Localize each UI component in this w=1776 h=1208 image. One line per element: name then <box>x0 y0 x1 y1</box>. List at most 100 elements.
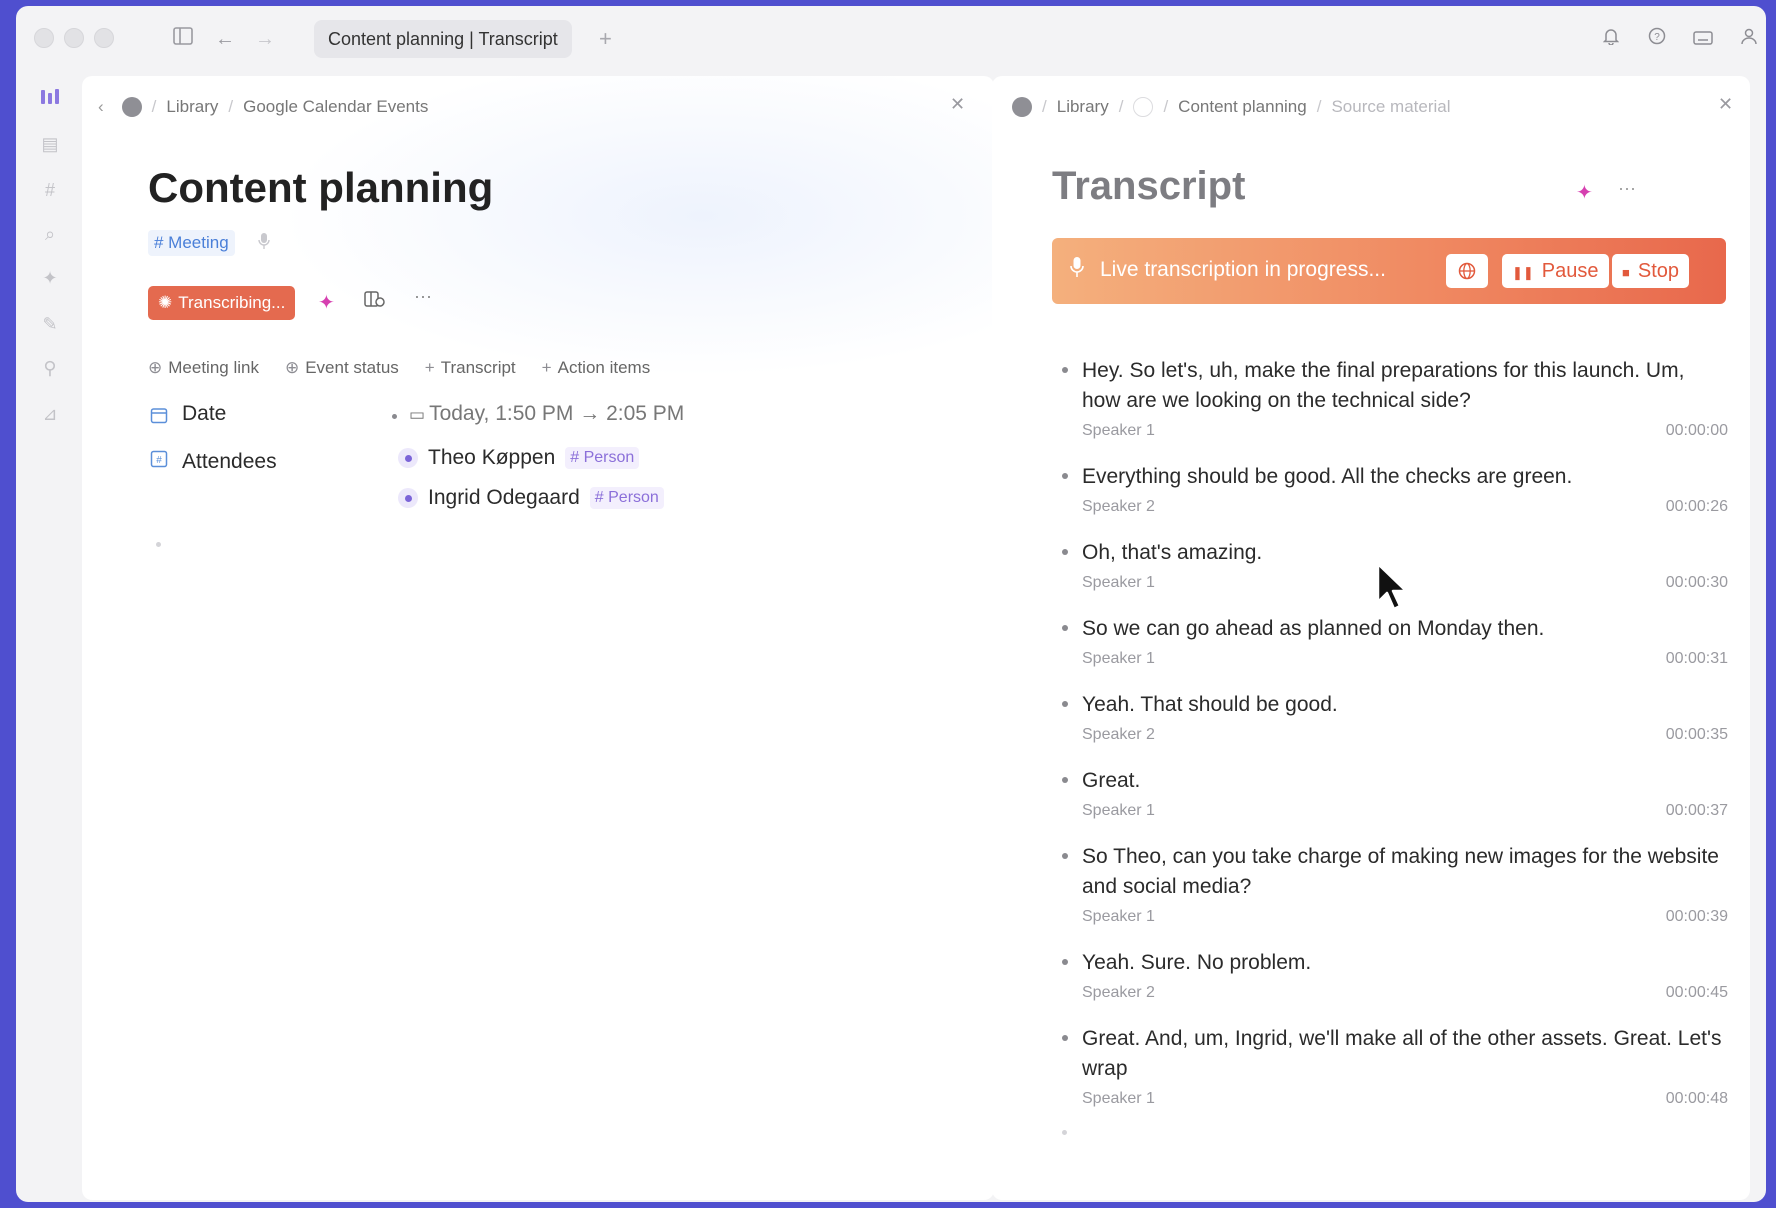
add-action-items-button[interactable]: + Action items <box>542 358 651 378</box>
microphone-icon[interactable] <box>258 232 270 255</box>
user-icon[interactable] <box>1736 26 1762 52</box>
add-event-status-button[interactable]: ⊕ Event status <box>285 358 399 378</box>
transcribing-label: Transcribing... <box>178 293 286 312</box>
transcript-panel: / Library / / Content planning / Source … <box>992 76 1750 1200</box>
timestamp[interactable]: 00:00:00 <box>1666 422 1728 440</box>
transcript-entry[interactable]: Yeah. Sure. No problem. Speaker 2 00:00:4… <box>1052 948 1728 1002</box>
attendee-row[interactable]: Theo Køppen # Person <box>398 446 640 470</box>
speaker-label[interactable]: Speaker 2 <box>1082 984 1155 1002</box>
transcript-entry[interactable]: Everything should be good. All the check… <box>1052 462 1728 516</box>
app-window: ← → Content planning | Transcript + ? ▤ … <box>16 6 1766 1202</box>
empty-block-bullet[interactable] <box>1062 1130 1067 1135</box>
transcript-text: So Theo, can you take charge of making n… <box>1082 845 1719 898</box>
collapse-chevron-icon[interactable]: ‹ <box>98 97 104 117</box>
attendees-field-icon: # <box>150 450 168 473</box>
empty-block-bullet[interactable] <box>156 542 161 547</box>
close-panel-button[interactable]: ✕ <box>950 94 965 115</box>
person-tag[interactable]: # Person <box>589 487 664 509</box>
attendee-row[interactable]: Ingrid Odegaard # Person <box>398 486 664 510</box>
page-title: Transcript <box>1052 164 1246 208</box>
transcript-entry[interactable]: Great. And, um, Ingrid, we'll make all o… <box>1052 1024 1728 1108</box>
transcribing-button[interactable]: ✺ Transcribing... <box>148 286 296 320</box>
timestamp[interactable]: 00:00:45 <box>1666 984 1728 1002</box>
live-transcription-banner: Live transcription in progress... ❚❚ Paus… <box>1052 238 1726 304</box>
bell-icon[interactable] <box>1598 26 1624 52</box>
help-icon[interactable]: ? <box>1644 26 1670 52</box>
speaker-label[interactable]: Speaker 1 <box>1082 574 1155 592</box>
breadcrumb-source-material[interactable]: Source material <box>1331 97 1450 117</box>
speaker-label[interactable]: Speaker 1 <box>1082 422 1155 440</box>
speaker-label[interactable]: Speaker 1 <box>1082 650 1155 668</box>
sparkle-icon[interactable]: ✦ <box>1576 180 1593 205</box>
breadcrumb-library[interactable]: Library <box>1057 97 1109 117</box>
stop-button[interactable]: ■ Stop <box>1612 254 1690 288</box>
transcript-list: Hey. So let's, uh, make the final prepar… <box>1052 356 1728 1135</box>
meeting-avatar-icon <box>1133 97 1154 117</box>
add-meeting-link-button[interactable]: ⊕ Meeting link <box>148 358 259 378</box>
timestamp[interactable]: 00:00:37 <box>1666 802 1728 820</box>
minimize-window-button[interactable] <box>64 28 84 48</box>
keyboard-icon[interactable] <box>1690 26 1716 52</box>
transcript-text: Yeah. Sure. No problem. <box>1082 951 1312 974</box>
template-icon[interactable] <box>364 290 386 313</box>
sparkle-icon[interactable]: ✦ <box>38 266 62 290</box>
pause-icon: ❚❚ <box>1512 265 1534 280</box>
close-panel-button[interactable]: ✕ <box>1718 94 1733 115</box>
sparkle-icon[interactable]: ✦ <box>318 290 335 315</box>
library-avatar-icon <box>1012 97 1032 117</box>
speaker-label[interactable]: Speaker 1 <box>1082 1090 1155 1108</box>
more-options-icon[interactable]: ··· <box>414 286 432 307</box>
speaker-label[interactable]: Speaker 2 <box>1082 498 1155 516</box>
person-icon <box>398 488 418 508</box>
add-transcript-button[interactable]: + Transcript <box>425 358 516 378</box>
transcript-entry[interactable]: So we can go ahead as planned on Monday … <box>1052 614 1728 668</box>
timestamp[interactable]: 00:00:26 <box>1666 498 1728 516</box>
svg-text:#: # <box>156 455 162 466</box>
new-tab-button[interactable]: + <box>599 26 612 52</box>
meeting-tag[interactable]: # Meeting <box>148 230 235 256</box>
pin-icon[interactable]: ⚲ <box>38 356 62 380</box>
breadcrumb-library[interactable]: Library <box>166 97 218 117</box>
transcript-text: Yeah. That should be good. <box>1082 693 1338 716</box>
forward-arrow-icon[interactable]: → <box>252 26 278 52</box>
edit-icon[interactable]: ✎ <box>38 312 62 336</box>
search-icon[interactable]: ⌕ <box>38 222 62 246</box>
sidebar-toggle-icon[interactable] <box>170 26 196 52</box>
date-label: Date <box>182 402 227 425</box>
hashtag-icon[interactable]: # <box>38 178 62 202</box>
back-arrow-icon[interactable]: ← <box>212 26 238 52</box>
breadcrumb-google-calendar-events[interactable]: Google Calendar Events <box>243 97 428 117</box>
tab-content-planning[interactable]: Content planning | Transcript <box>314 20 572 58</box>
attendee-name: Theo Køppen <box>428 446 556 469</box>
calendar-icon[interactable]: ▤ <box>38 132 62 156</box>
zoom-window-button[interactable] <box>94 28 114 48</box>
date-calendar-icon: ▭ <box>409 405 426 424</box>
speaker-label[interactable]: Speaker 2 <box>1082 726 1155 744</box>
timestamp[interactable]: 00:00:48 <box>1666 1090 1728 1108</box>
dashboard-icon[interactable] <box>38 88 62 112</box>
transcript-entry[interactable]: Yeah. That should be good. Speaker 2 00:0… <box>1052 690 1728 744</box>
mouse-cursor-icon <box>1376 562 1410 617</box>
timestamp[interactable]: 00:00:31 <box>1666 650 1728 668</box>
svg-text:?: ? <box>1654 32 1660 43</box>
tab-label: Content planning | Transcript <box>328 29 558 49</box>
language-button[interactable] <box>1446 254 1488 288</box>
attendees-label: Attendees <box>182 450 277 473</box>
transcript-entry[interactable]: So Theo, can you take charge of making n… <box>1052 842 1728 926</box>
date-value[interactable]: ▭ Today, 1:50 PM → 2:05 PM <box>409 402 684 426</box>
document-panel: ‹ / Library / Google Calendar Events ✕ C… <box>82 76 994 1200</box>
chart-icon[interactable]: ⊿ <box>38 402 62 426</box>
timestamp[interactable]: 00:00:39 <box>1666 908 1728 926</box>
more-options-icon[interactable]: ··· <box>1618 178 1636 199</box>
speaker-label[interactable]: Speaker 1 <box>1082 908 1155 926</box>
pause-button[interactable]: ❚❚ Pause <box>1502 254 1609 288</box>
timestamp[interactable]: 00:00:30 <box>1666 574 1728 592</box>
transcript-entry[interactable]: Great. Speaker 1 00:00:37 <box>1052 766 1728 820</box>
breadcrumb-content-planning[interactable]: Content planning <box>1178 97 1307 117</box>
speaker-label[interactable]: Speaker 1 <box>1082 802 1155 820</box>
transcript-entry[interactable]: Hey. So let's, uh, make the final prepar… <box>1052 356 1728 440</box>
close-window-button[interactable] <box>34 28 54 48</box>
transcript-text: Great. And, um, Ingrid, we'll make all o… <box>1082 1027 1722 1080</box>
timestamp[interactable]: 00:00:35 <box>1666 726 1728 744</box>
person-tag[interactable]: # Person <box>565 447 640 469</box>
